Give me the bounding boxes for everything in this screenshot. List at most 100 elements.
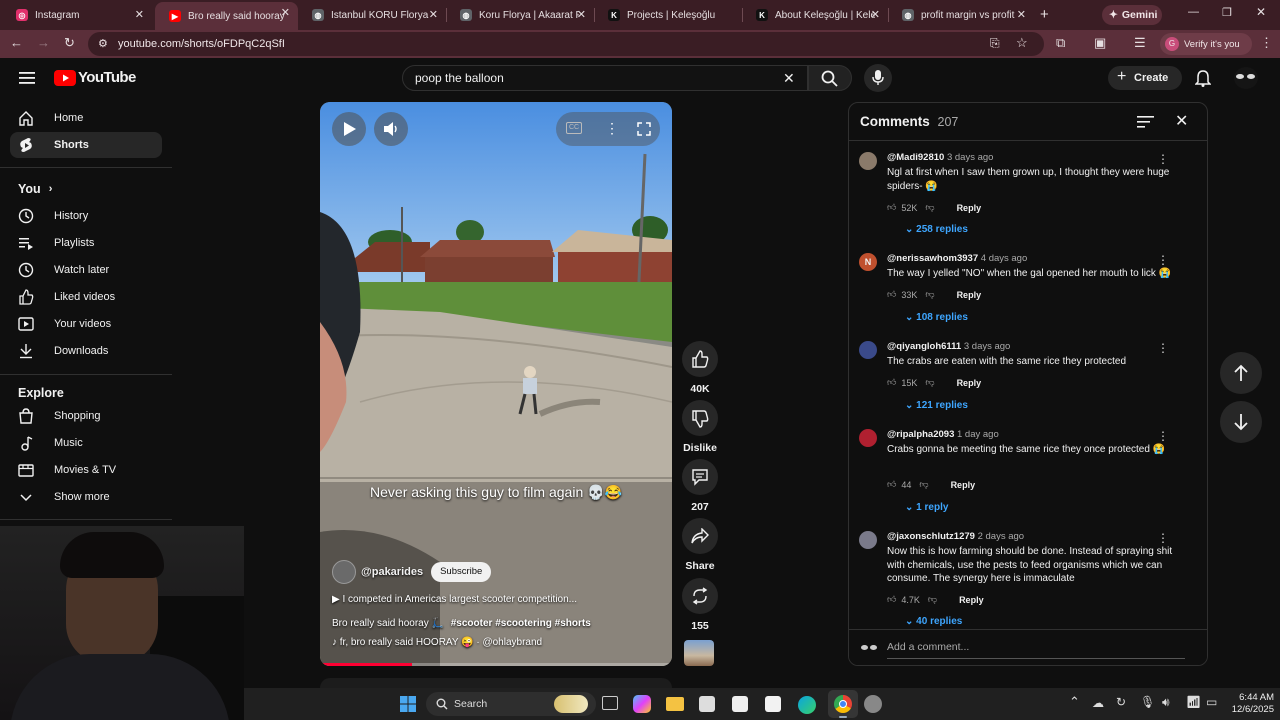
like-icon[interactable]: 👍︎: [887, 594, 896, 605]
restore-icon[interactable]: ❐: [1222, 6, 1232, 19]
verify-button[interactable]: G Verify it's you: [1160, 33, 1252, 55]
video-hashtags[interactable]: #scooter #scootering #shorts: [451, 618, 591, 629]
like-action[interactable]: 40K: [682, 341, 718, 395]
app-icon[interactable]: [864, 695, 882, 713]
tab-istanbul-koru[interactable]: ◍ Istanbul KORU Florya I ✕: [298, 4, 446, 26]
taskbar-clock[interactable]: 6:44 AM 12/6/2025: [1224, 692, 1274, 716]
comments-action[interactable]: 207: [682, 459, 718, 513]
close-icon[interactable]: ✕: [281, 6, 290, 19]
close-comments-icon[interactable]: ✕: [1175, 111, 1188, 131]
sidebar-item-home[interactable]: Home: [10, 105, 162, 131]
taskbar-chrome-active[interactable]: [828, 690, 858, 718]
site-info-icon[interactable]: ⚙: [98, 37, 108, 50]
comment-menu-icon[interactable]: ⋮: [1157, 429, 1169, 443]
sidebar-item-watch-later[interactable]: Watch later: [10, 257, 162, 283]
reply-button[interactable]: Reply: [957, 378, 982, 388]
tab-profit-margin[interactable]: ◍ profit margin vs profit ✕: [888, 4, 1034, 26]
extensions-icon[interactable]: ⧉: [1056, 35, 1065, 51]
reply-button[interactable]: Reply: [951, 480, 976, 490]
tab-koru-florya[interactable]: ◍ Koru Florya | Akaarat F ✕: [446, 4, 594, 26]
file-explorer-icon[interactable]: [666, 697, 684, 711]
share-action[interactable]: Share: [682, 518, 718, 572]
like-icon[interactable]: 👍︎: [887, 289, 896, 300]
reply-button[interactable]: Reply: [957, 290, 982, 300]
add-comment-input[interactable]: Add a comment...: [887, 641, 1185, 659]
close-icon[interactable]: ✕: [577, 8, 586, 21]
comment-author[interactable]: @nerissawhom3937: [887, 253, 978, 264]
volume-icon[interactable]: 🔊︎: [1162, 695, 1170, 710]
view-replies-button[interactable]: ⌄ 108 replies: [905, 312, 968, 323]
sidebar-item-your-videos[interactable]: Your videos: [10, 311, 162, 337]
sidebar-item-shorts[interactable]: Shorts: [10, 132, 162, 158]
avatar[interactable]: N: [859, 253, 877, 271]
channel-name[interactable]: @pakarides: [361, 566, 423, 578]
close-icon[interactable]: ✕: [871, 8, 880, 21]
shorts-video-player[interactable]: CC ⋮ Never asking this guy to film again…: [320, 102, 672, 666]
comment-menu-icon[interactable]: ⋮: [1157, 253, 1169, 267]
next-short-button[interactable]: [1220, 401, 1262, 443]
search-button[interactable]: [808, 65, 852, 91]
avatar[interactable]: [859, 152, 877, 170]
windows-start-icon[interactable]: [400, 696, 416, 712]
notes-app-icon[interactable]: [765, 696, 781, 712]
sidebar-item-show-more[interactable]: Show more: [10, 484, 162, 510]
volume-button[interactable]: [374, 112, 408, 146]
tab-projects[interactable]: K Projects | Keleşoğlu: [594, 4, 742, 26]
browser-menu-icon[interactable]: ⋮: [1260, 35, 1273, 51]
sidebar-item-playlists[interactable]: Playlists: [10, 230, 162, 256]
sidebar-item-history[interactable]: History: [10, 203, 162, 229]
like-icon[interactable]: 👍︎: [887, 479, 896, 490]
sidebar-item-downloads[interactable]: Downloads: [10, 338, 162, 364]
tab-youtube-short[interactable]: ▶ Bro really said hooray ✕: [155, 2, 298, 30]
comment-menu-icon[interactable]: ⋮: [1157, 152, 1169, 166]
task-view-icon[interactable]: [602, 696, 618, 710]
comment-author[interactable]: @qiyangloh6111: [887, 341, 961, 352]
gemini-button[interactable]: ✦ Gemini: [1102, 5, 1162, 25]
dislike-icon[interactable]: 👎︎: [928, 594, 937, 605]
view-replies-button[interactable]: ⌄ 258 replies: [905, 224, 968, 235]
dislike-icon[interactable]: 👎︎: [925, 289, 934, 300]
close-icon[interactable]: ✕: [429, 8, 438, 21]
previous-short-button[interactable]: [1220, 352, 1262, 394]
back-icon[interactable]: ←: [10, 35, 23, 50]
sidebar-item-music[interactable]: Music: [10, 430, 162, 456]
sound-thumbnail[interactable]: [684, 640, 714, 666]
clear-search-icon[interactable]: ✕: [783, 66, 795, 90]
progress-track[interactable]: [320, 663, 672, 666]
tab-about[interactable]: K About Keleşoğlu | Kele ✕: [742, 4, 888, 26]
comment-author[interactable]: @jaxonschlutz1279: [887, 531, 975, 542]
remix-action[interactable]: 155: [682, 578, 718, 632]
window-close-icon[interactable]: ✕: [1256, 5, 1266, 19]
reply-button[interactable]: Reply: [957, 203, 982, 213]
view-replies-button[interactable]: ⌄ 40 replies: [905, 616, 962, 627]
mic-tray-icon[interactable]: 🎙︎: [1140, 695, 1155, 709]
voice-search-button[interactable]: [864, 64, 892, 92]
dislike-icon[interactable]: 👎︎: [925, 202, 934, 213]
like-icon[interactable]: 👍︎: [887, 377, 896, 388]
new-tab-icon[interactable]: +: [1040, 6, 1049, 23]
reading-list-icon[interactable]: ☰: [1134, 35, 1146, 51]
battery-icon[interactable]: ▭: [1206, 695, 1217, 709]
create-button[interactable]: + Create: [1108, 66, 1182, 90]
forward-icon[interactable]: →: [37, 35, 50, 50]
sync-icon[interactable]: ↻: [1116, 695, 1126, 709]
play-button[interactable]: [332, 112, 366, 146]
captions-icon[interactable]: CC: [566, 122, 582, 134]
reply-button[interactable]: Reply: [959, 595, 984, 605]
comment-menu-icon[interactable]: ⋮: [1157, 531, 1169, 545]
sound-row[interactable]: ♪ fr, bro really said HOORAY 😜 · @ohlayb…: [332, 637, 542, 648]
like-icon[interactable]: 👍︎: [887, 202, 896, 213]
tab-instagram[interactable]: ◎ Instagram ✕: [2, 4, 152, 26]
avatar[interactable]: [859, 341, 877, 359]
bookmark-star-icon[interactable]: ☆: [1016, 35, 1028, 51]
split-view-icon[interactable]: ▣: [1094, 35, 1106, 51]
video-description[interactable]: ▶ I competed in Americas largest scooter…: [332, 594, 577, 605]
dislike-action[interactable]: Dislike: [682, 400, 718, 454]
close-icon[interactable]: ✕: [135, 8, 144, 21]
avatar[interactable]: [859, 531, 877, 549]
taskbar-search[interactable]: Search: [426, 692, 596, 716]
comment-menu-icon[interactable]: ⋮: [1157, 341, 1169, 355]
sidebar-item-liked-videos[interactable]: Liked videos: [10, 284, 162, 310]
hamburger-menu-icon[interactable]: [19, 71, 35, 85]
sidebar-item-movies-tv[interactable]: Movies & TV: [10, 457, 162, 483]
